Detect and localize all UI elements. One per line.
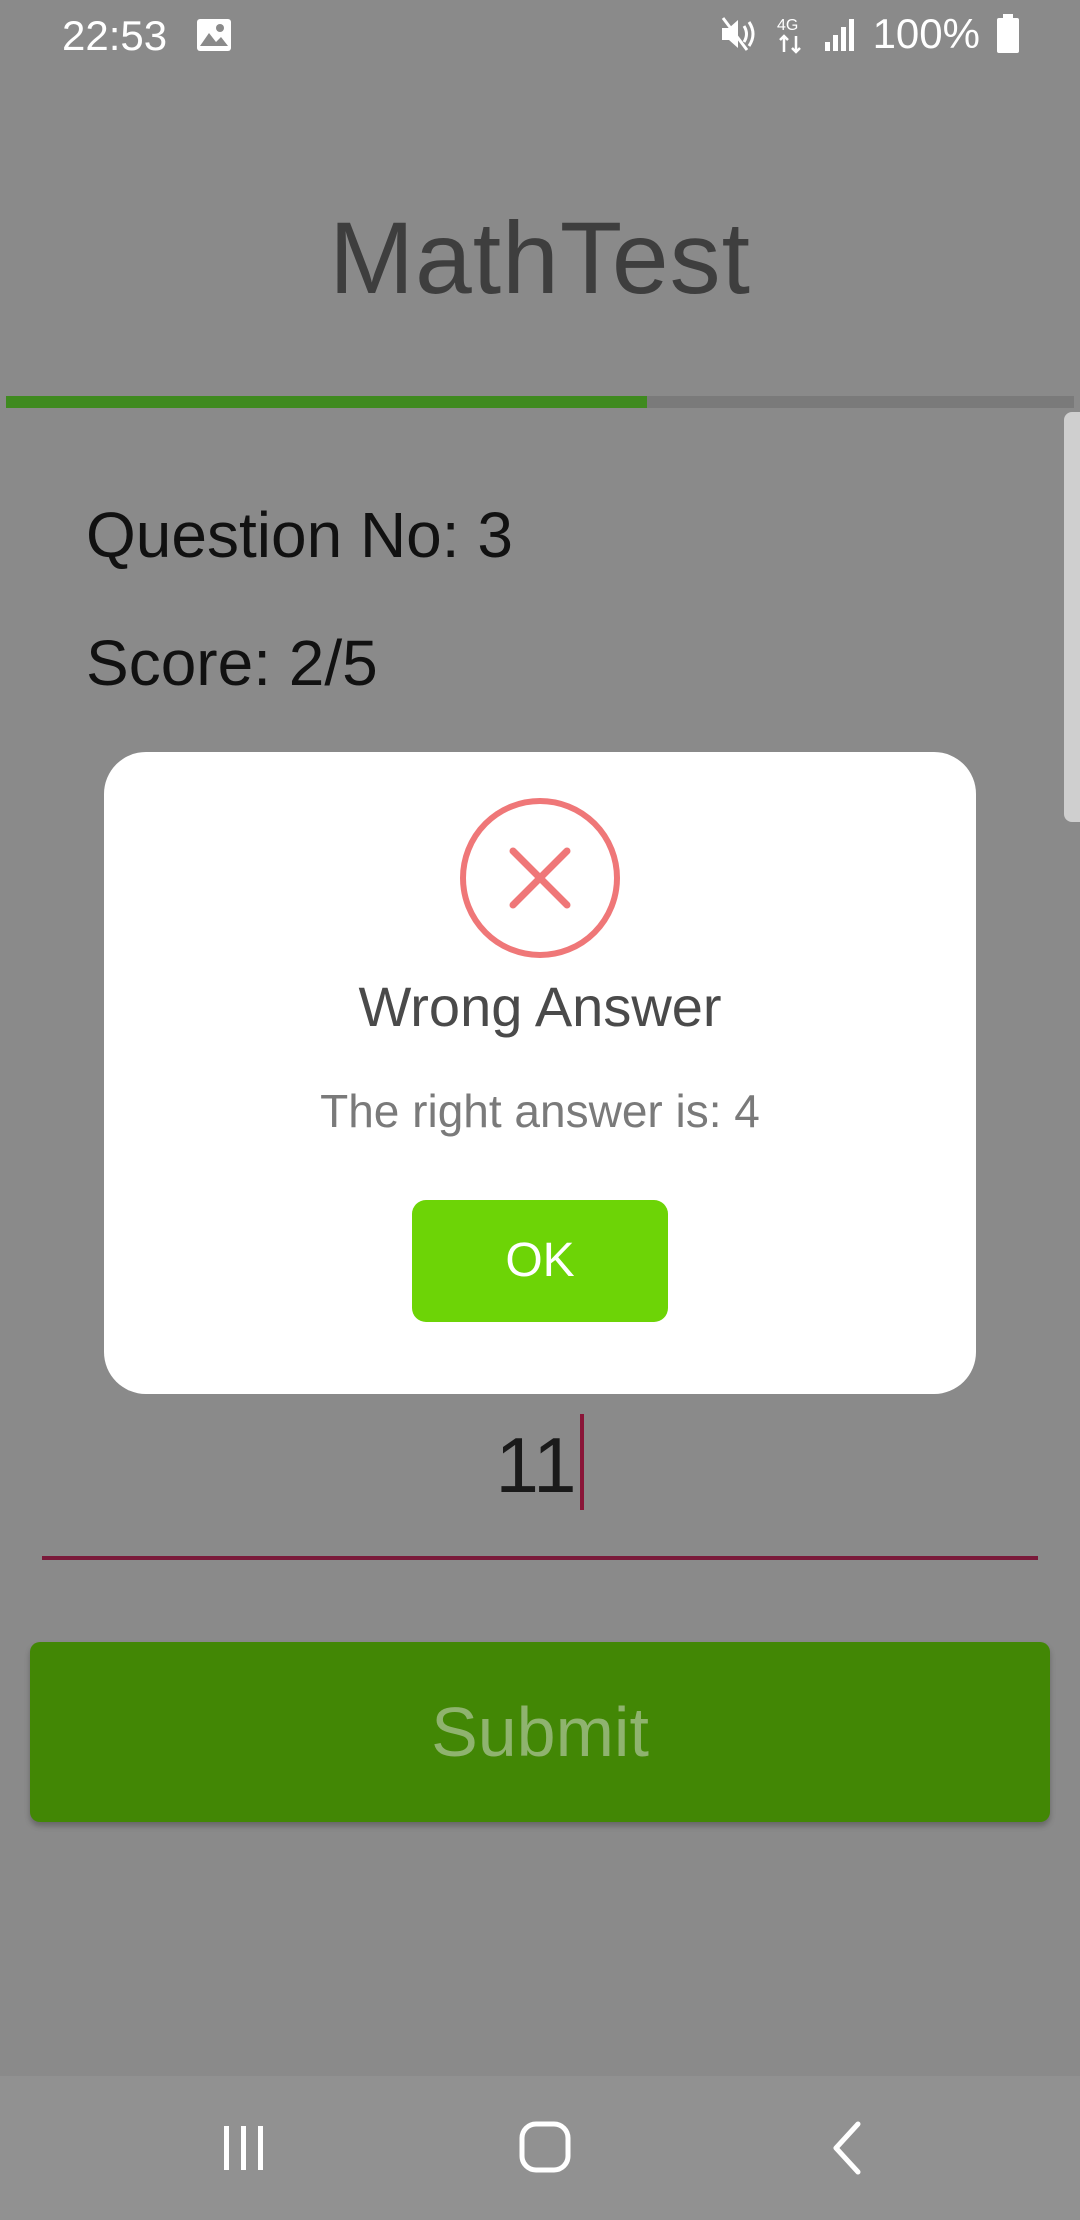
answer-input[interactable]: 11 xyxy=(42,1410,1038,1560)
quiz-progress-fill xyxy=(6,396,647,408)
answer-underline xyxy=(42,1556,1038,1560)
image-icon xyxy=(197,19,231,51)
quiz-progress-bar xyxy=(6,396,1074,408)
signal-icon xyxy=(824,19,854,51)
dialog-message: The right answer is: 4 xyxy=(320,1085,760,1137)
recent-apps-icon[interactable] xyxy=(212,2116,276,2180)
mute-icon xyxy=(721,17,755,51)
status-bar: 22:53 4G 100% xyxy=(0,0,1080,74)
ok-button[interactable]: OK xyxy=(412,1200,668,1322)
home-icon[interactable] xyxy=(514,2116,578,2180)
back-icon[interactable] xyxy=(818,2116,882,2180)
scrollbar[interactable] xyxy=(1064,412,1080,822)
app-title: MathTest xyxy=(329,201,751,315)
submit-button[interactable]: Submit xyxy=(30,1642,1050,1822)
network-4g-icon: 4G xyxy=(777,17,801,54)
status-time: 22:53 xyxy=(62,12,168,59)
score-label: Score: 2/5 xyxy=(86,627,378,699)
question-number: Question No: 3 xyxy=(86,499,513,571)
answer-text: 11 xyxy=(495,1421,577,1509)
battery-icon xyxy=(997,14,1019,53)
svg-text:4G: 4G xyxy=(777,17,798,34)
status-icons: 4G 100% xyxy=(719,10,1020,58)
dialog-title: Wrong Answer xyxy=(358,975,722,1038)
battery-percent: 100% xyxy=(872,10,980,57)
error-x-icon xyxy=(460,798,620,958)
text-caret xyxy=(580,1414,585,1510)
answer-field-value[interactable]: 11 xyxy=(42,1410,1038,1520)
wrong-answer-dialog: Wrong Answer The right answer is: 4 OK xyxy=(104,752,976,1394)
navigation-bar xyxy=(0,2076,1080,2220)
